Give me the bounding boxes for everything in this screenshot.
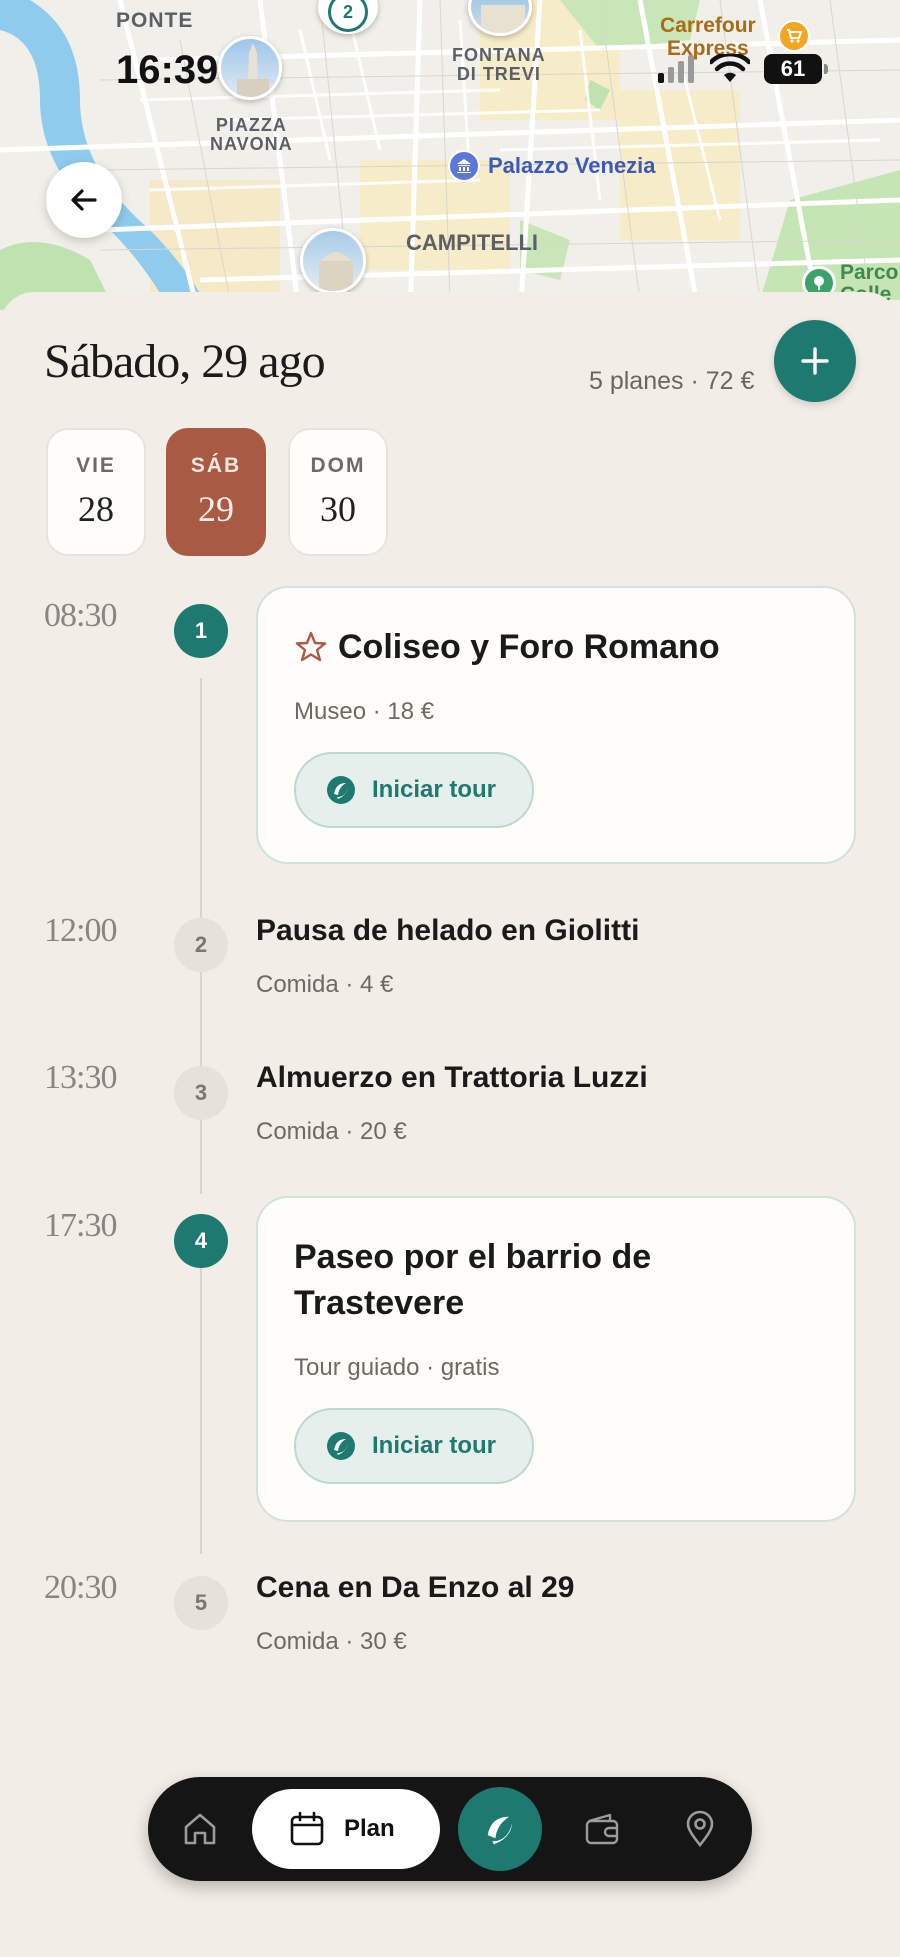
plan-time: 17:30 [44, 1207, 117, 1244]
battery-level: 61 [780, 56, 806, 81]
plan-nav-button[interactable]: Plan [252, 1789, 440, 1869]
tour-nav-button[interactable] [458, 1787, 542, 1871]
add-plan-button[interactable] [774, 320, 856, 402]
map-photo-pin-piazza-navona[interactable] [218, 36, 282, 100]
home-nav-button[interactable] [180, 1809, 220, 1849]
map-label-line: Carrefour [660, 14, 756, 37]
map-label-line: PIAZZA [215, 115, 287, 135]
map-label-campitelli: CAMPITELLI [406, 230, 538, 255]
calendar-icon [290, 1811, 324, 1846]
day-chip-vie[interactable]: VIE 28 [46, 428, 146, 556]
plan-title[interactable]: Cena en Da Enzo al 29 [256, 1571, 574, 1605]
day-chip-sab[interactable]: SÁB 29 [166, 428, 266, 556]
battery-icon: 61 [764, 54, 828, 84]
day-chip-weekday: VIE [76, 454, 116, 477]
tour-logo-icon [327, 1432, 355, 1460]
map-label-line: FONTANA [452, 45, 546, 65]
itinerary-sheet: Sábado, 29 ago 5 planes · 72 € VIE 28 SÁ… [0, 292, 900, 1957]
day-chip-number: 30 [320, 489, 356, 529]
plan-number: 2 [174, 918, 228, 972]
cellular-signal-icon [658, 55, 694, 83]
plan-subtitle: Comida · 4 € [256, 971, 394, 998]
timeline-line [200, 1242, 202, 1554]
arrow-left-icon [71, 189, 97, 211]
location-pin-icon [686, 1810, 714, 1848]
plus-icon [801, 347, 829, 375]
map-label-line: Parco [840, 261, 899, 284]
plan-title[interactable]: Pausa de helado en Giolitti [256, 914, 639, 948]
tour-logo-icon [327, 776, 355, 804]
day-chip-dom[interactable]: DOM 30 [288, 428, 388, 556]
day-chip-number: 28 [78, 489, 114, 529]
start-tour-button[interactable]: Iniciar tour [294, 1408, 534, 1484]
wifi-icon [710, 54, 750, 82]
bottom-nav-bar: Plan [148, 1777, 752, 1881]
back-button[interactable] [46, 162, 122, 238]
palazzo-venezia-poi[interactable]: Palazzo Venezia [448, 150, 656, 182]
plan-title[interactable]: Almuerzo en Trattoria Luzzi [256, 1061, 648, 1095]
wallet-icon [585, 1813, 619, 1845]
map-view[interactable]: PONTE PIAZZA NAVONA FONTANA DI TREVI CAM… [0, 0, 900, 320]
plan-number: 4 [174, 1214, 228, 1268]
map-label-palazzo-venezia: Palazzo Venezia [488, 153, 656, 178]
plan-time: 13:30 [44, 1059, 117, 1096]
date-title: Sábado, 29 ago [44, 335, 326, 388]
plan-subtitle: Museo · 18 € [294, 698, 435, 725]
plan-subtitle: Comida · 20 € [256, 1118, 407, 1145]
home-icon [184, 1813, 216, 1845]
plan-number: 1 [174, 604, 228, 658]
shopping-cart-icon[interactable] [778, 20, 810, 52]
map-label-ponte: PONTE [116, 9, 194, 32]
wallet-nav-button[interactable] [582, 1809, 622, 1849]
plan-time: 12:00 [44, 912, 117, 949]
plan-card-trastevere[interactable]: Paseo por el barrio de Trastevere Tour g… [256, 1196, 856, 1522]
plan-card-coliseo[interactable]: Coliseo y Foro Romano Museo · 18 € Inici… [256, 586, 856, 864]
day-chip-number: 29 [198, 489, 234, 529]
plan-nav-label: Plan [344, 1815, 395, 1842]
status-icons: 61 [656, 54, 828, 84]
start-tour-button[interactable]: Iniciar tour [294, 752, 534, 828]
start-tour-label: Iniciar tour [372, 1432, 497, 1459]
plan-title: Paseo por el barrio de Trastevere [294, 1234, 651, 1326]
plan-title-line: Paseo por el barrio de [294, 1238, 652, 1276]
plan-number: 5 [174, 1576, 228, 1630]
cluster-count: 2 [328, 0, 368, 32]
map-label-line: NAVONA [210, 134, 293, 154]
day-chip-weekday: SÁB [190, 454, 242, 477]
star-outline-icon[interactable] [294, 630, 328, 664]
plan-time: 20:30 [44, 1569, 117, 1606]
map-label-piazza-navona: PIAZZA NAVONA [210, 116, 293, 154]
plan-subtitle: Comida · 30 € [256, 1628, 407, 1655]
tour-logo-icon [487, 1816, 513, 1845]
map-label-line: DI TREVI [456, 64, 541, 84]
status-time: 16:39 [116, 48, 219, 92]
museum-icon [448, 150, 480, 182]
plan-subtitle: Tour guiado · gratis [294, 1354, 500, 1381]
day-chip-weekday: DOM [310, 454, 366, 477]
plan-title: Coliseo y Foro Romano [338, 628, 720, 666]
plan-number: 3 [174, 1066, 228, 1120]
plans-summary: 5 planes · 72 € [589, 367, 755, 395]
map-label-fontana-di-trevi: FONTANA DI TREVI [452, 46, 546, 84]
plan-title-line: Trastevere [294, 1284, 465, 1322]
start-tour-label: Iniciar tour [372, 776, 497, 803]
map-photo-pin-campitelli[interactable] [300, 228, 366, 294]
plan-time: 08:30 [44, 597, 117, 634]
map-nav-button[interactable] [680, 1809, 720, 1849]
